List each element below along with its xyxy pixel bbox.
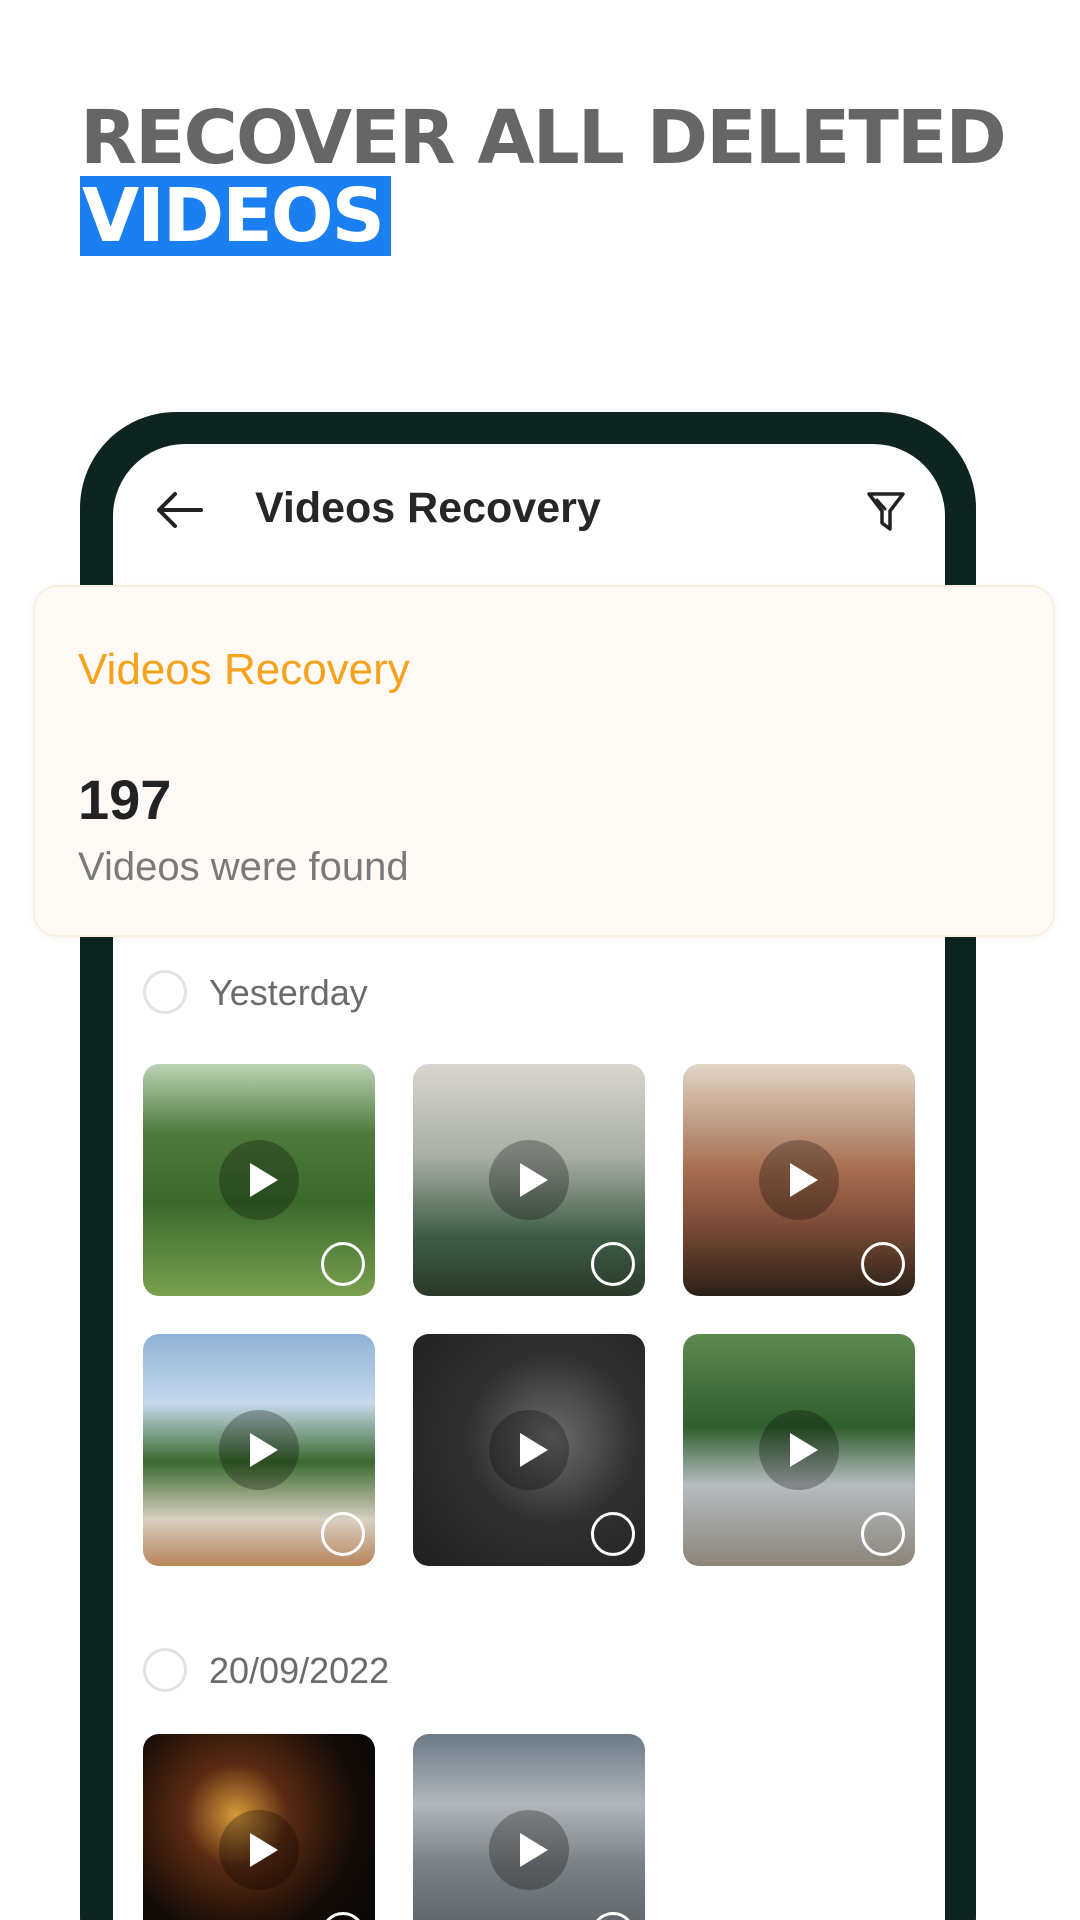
play-icon xyxy=(219,1410,299,1490)
select-radio[interactable] xyxy=(321,1512,365,1556)
app-title: Videos Recovery xyxy=(255,484,601,532)
select-radio[interactable] xyxy=(321,1242,365,1286)
found-label: Videos were found xyxy=(78,845,409,889)
play-icon xyxy=(219,1810,299,1890)
play-icon xyxy=(489,1810,569,1890)
play-icon xyxy=(489,1410,569,1490)
video-thumbnail[interactable] xyxy=(143,1334,375,1566)
headline-line-1: RECOVER ALL DELETED xyxy=(80,95,1007,181)
select-all-radio[interactable] xyxy=(143,1648,187,1692)
section-date-label: Yesterday xyxy=(209,972,368,1013)
video-thumbnail[interactable] xyxy=(683,1334,915,1566)
summary-card: Videos Recovery 197 Videos were found xyxy=(33,585,1055,937)
play-icon xyxy=(759,1140,839,1220)
video-thumbnail[interactable] xyxy=(143,1064,375,1296)
play-icon xyxy=(219,1140,299,1220)
select-radio[interactable] xyxy=(861,1242,905,1286)
headline: RECOVER ALL DELETED VIDEOS xyxy=(80,95,1007,256)
section-header-20-09-2022: 20/09/2022 xyxy=(113,1642,945,1702)
video-thumbnail[interactable] xyxy=(413,1334,645,1566)
video-thumbnail[interactable] xyxy=(413,1734,645,1920)
summary-title: Videos Recovery xyxy=(78,645,410,694)
video-thumbnail[interactable] xyxy=(683,1064,915,1296)
section-date-label: 20/09/2022 xyxy=(209,1650,390,1691)
select-all-radio[interactable] xyxy=(143,970,187,1014)
select-radio[interactable] xyxy=(591,1512,635,1556)
video-thumbnail[interactable] xyxy=(143,1734,375,1920)
play-icon xyxy=(759,1410,839,1490)
select-radio[interactable] xyxy=(591,1242,635,1286)
found-count: 197 xyxy=(78,768,172,831)
play-icon xyxy=(489,1140,569,1220)
headline-line-2-highlight: VIDEOS xyxy=(80,176,391,256)
arrow-left-icon[interactable] xyxy=(153,490,205,530)
filter-icon[interactable] xyxy=(865,489,907,533)
video-thumbnail[interactable] xyxy=(413,1064,645,1296)
select-radio[interactable] xyxy=(861,1512,905,1556)
section-header-yesterday: Yesterday xyxy=(113,964,945,1024)
app-bar: Videos Recovery xyxy=(113,444,945,574)
